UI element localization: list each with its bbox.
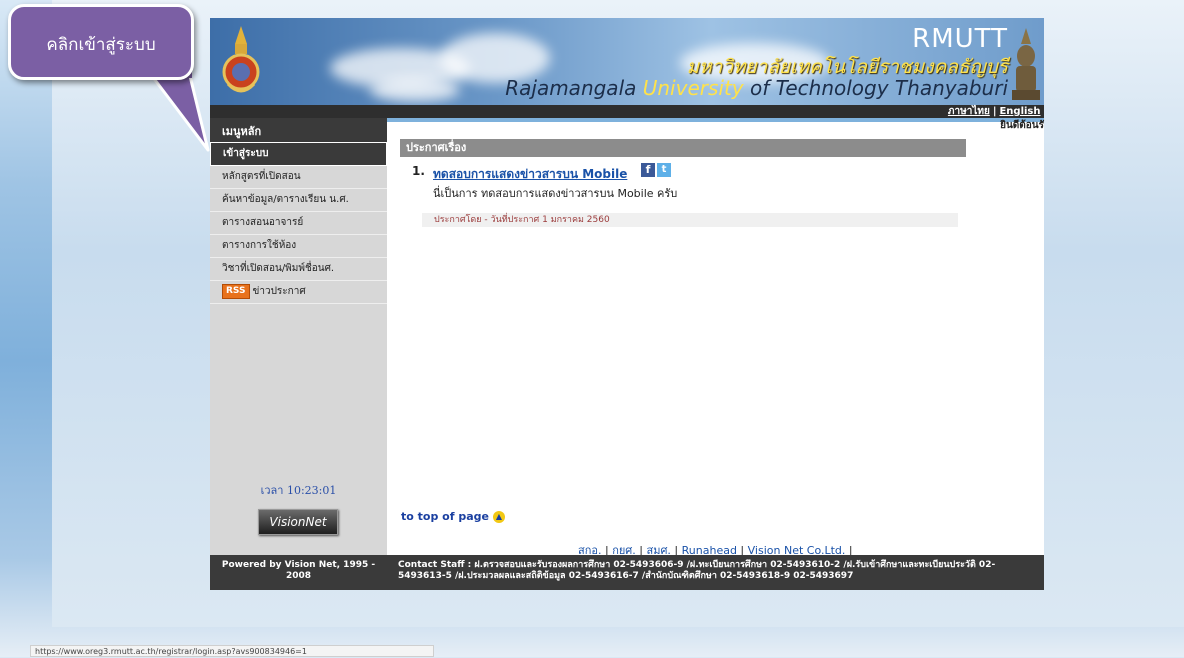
powered-by-text: Powered by Vision Net, 1995 - 2008 (221, 560, 376, 581)
contact-staff-text: Contact Staff : ฝ.ตรวจสอบและรับรองผลการศ… (398, 560, 996, 581)
rmutt-wordmark: RMUTT (912, 24, 1008, 54)
visionnet-logo[interactable]: VisionNet (258, 509, 338, 535)
lang-thai-link[interactable]: ภาษาไทย (948, 106, 990, 117)
menu-item-label: ตารางสอนอาจารย์ (222, 217, 304, 228)
announcement-title-link[interactable]: ทดสอบการแสดงข่าวสารบน Mobile (433, 165, 627, 184)
menu-item-news[interactable]: RSS ข่าวประกาศ (210, 281, 387, 304)
main-menu-header: เมนูหลัก (210, 118, 387, 142)
statue-logo-icon (1012, 28, 1040, 100)
rss-icon: RSS (222, 283, 250, 299)
menu-item-open-courses[interactable]: วิชาที่เปิดสอน/พิมพ์ชื่อนศ. (210, 258, 387, 281)
language-bar: ภาษาไทย | English (210, 105, 1044, 118)
menu-item-label: ตารางการใช้ห้อง (222, 240, 297, 251)
to-top-link[interactable]: to top of page ▲ (401, 510, 505, 523)
university-seal-icon (222, 26, 260, 93)
announcement-meta: ประกาศโดย - วันที่ประกาศ 1 มกราคม 2560 (422, 213, 958, 227)
menu-item-label: หลักสูตรที่เปิดสอน (222, 171, 301, 182)
clock-text: เวลา 10:23:01 (260, 484, 337, 497)
login-callout: คลิกเข้าสู่ระบบ (8, 4, 194, 80)
site-container: RMUTT มหาวิทยาลัยเทคโนโลยีราชมงคลธัญบุรี… (210, 18, 1044, 590)
menu-item-login[interactable]: เข้าสู่ระบบ (210, 142, 387, 166)
announcement-description: นี่เป็นการ ทดสอบการแสดงข่าวสารบน Mobile … (433, 187, 678, 200)
university-english-name: Rajamangala University of Technology Tha… (505, 76, 1008, 100)
menu-item-label: ค้นหาข้อมูล/ตารางเรียน น.ศ. (222, 194, 349, 205)
menu-item-label: ข่าวประกาศ (252, 286, 306, 297)
english-name-highlight: University (642, 76, 744, 100)
to-top-label: to top of page (401, 510, 489, 523)
lang-english-link[interactable]: English (999, 106, 1040, 117)
sidebar: เมนูหลัก เข้าสู่ระบบ หลักสูตรที่เปิดสอน … (210, 118, 387, 555)
menu-item-label: วิชาที่เปิดสอน/พิมพ์ชื่อนศ. (222, 263, 335, 274)
menu-item-label: เข้าสู่ระบบ (223, 148, 269, 159)
announcement-number: 1. (412, 164, 425, 178)
menu-item-curriculum[interactable]: หลักสูตรที่เปิดสอน (210, 166, 387, 189)
welcome-text: ยินดีต้อนรั (1000, 120, 1044, 131)
menu-item-search-schedule[interactable]: ค้นหาข้อมูล/ตารางเรียน น.ศ. (210, 189, 387, 212)
menu-item-teacher-schedule[interactable]: ตารางสอนอาจารย์ (210, 212, 387, 235)
menu-item-room-schedule[interactable]: ตารางการใช้ห้อง (210, 235, 387, 258)
site-banner: RMUTT มหาวิทยาลัยเทคโนโลยีราชมงคลธัญบุรี… (210, 18, 1044, 105)
english-name-part: of Technology Thanyaburi (743, 76, 1008, 100)
main-top-divider (387, 118, 1044, 122)
facebook-share-icon[interactable]: f (641, 163, 655, 177)
arrow-up-icon: ▲ (492, 511, 505, 523)
footer: Powered by Vision Net, 1995 - 2008 Conta… (210, 555, 1044, 590)
english-name-part: Rajamangala (505, 76, 643, 100)
lang-separator: | (992, 106, 997, 117)
twitter-share-icon[interactable]: t (657, 163, 671, 177)
status-bar-url: https://www.oreg3.rmutt.ac.th/registrar/… (30, 645, 434, 657)
announcement-header: ประกาศเรื่อง (400, 139, 966, 157)
